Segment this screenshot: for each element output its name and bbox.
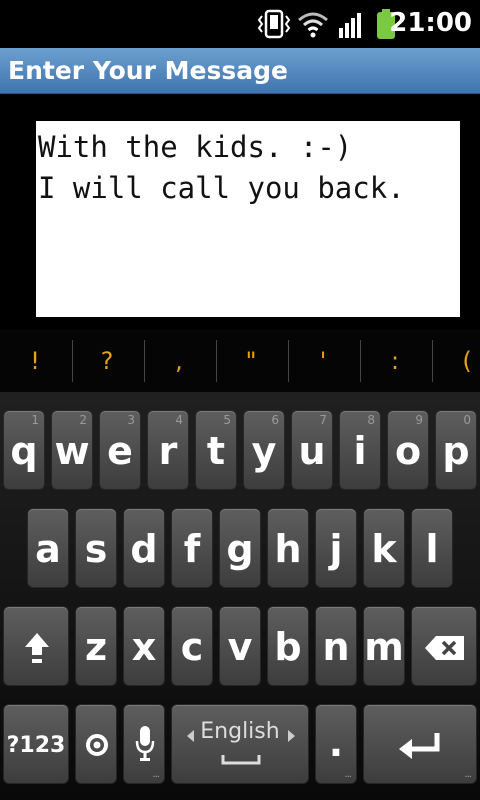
message-line-1: With the kids. :-) (38, 130, 353, 164)
signal-icon (339, 13, 361, 38)
suggestion-comma[interactable]: , (144, 338, 214, 384)
wifi-icon (298, 12, 328, 38)
shift-key[interactable] (3, 606, 69, 686)
settings-icon (86, 734, 108, 756)
key-s[interactable]: s (75, 508, 117, 588)
chevron-right-icon (288, 730, 295, 742)
key-b[interactable]: b (267, 606, 309, 686)
key-e[interactable]: 3e (99, 410, 141, 490)
key-c[interactable]: c (171, 606, 213, 686)
key-p[interactable]: 0p (435, 410, 477, 490)
key-y[interactable]: 6y (243, 410, 285, 490)
suggestion-paren[interactable]: ( (432, 338, 480, 384)
suggestion-question[interactable]: ? (72, 338, 142, 384)
key-z[interactable]: z (75, 606, 117, 686)
enter-key[interactable]: ... (363, 704, 477, 784)
key-l[interactable]: l (411, 508, 453, 588)
title-bar: Enter Your Message (0, 48, 480, 94)
key-j[interactable]: j (315, 508, 357, 588)
key-v[interactable]: v (219, 606, 261, 686)
space-key[interactable]: English (171, 704, 309, 784)
status-bar: 21:00 (0, 0, 480, 48)
key-d[interactable]: d (123, 508, 165, 588)
message-line-2: I will call you back. (38, 171, 405, 205)
key-o[interactable]: 9o (387, 410, 429, 490)
key-m[interactable]: m (363, 606, 405, 686)
suggestion-exclamation[interactable]: ! (0, 338, 70, 384)
key-h[interactable]: h (267, 508, 309, 588)
key-x[interactable]: x (123, 606, 165, 686)
key-k[interactable]: k (363, 508, 405, 588)
page-title: Enter Your Message (8, 56, 288, 85)
settings-key[interactable] (75, 704, 117, 784)
key-r[interactable]: 4r (147, 410, 189, 490)
key-g[interactable]: g (219, 508, 261, 588)
backspace-key[interactable] (411, 606, 477, 686)
key-t[interactable]: 5t (195, 410, 237, 490)
suggestion-single-quote[interactable]: ' (288, 338, 358, 384)
key-u[interactable]: 7u (291, 410, 333, 490)
status-time: 21:00 (389, 8, 472, 38)
microphone-icon (135, 726, 155, 761)
key-w[interactable]: 2w (51, 410, 93, 490)
key-f[interactable]: f (171, 508, 213, 588)
message-input[interactable]: With the kids. :-) I will call you back. (36, 121, 460, 317)
key-q[interactable]: 1q (3, 410, 45, 490)
suggestion-double-quote[interactable]: " (216, 338, 286, 384)
key-a[interactable]: a (27, 508, 69, 588)
backspace-icon (425, 636, 464, 660)
soft-keyboard: 1q 2w 3e 4r 5t 6y 7u 8i 9o 0p a s d f g … (0, 392, 480, 800)
suggestion-colon[interactable]: : (360, 338, 430, 384)
enter-arrow-icon (399, 733, 440, 759)
key-i[interactable]: 8i (339, 410, 381, 490)
key-n[interactable]: n (315, 606, 357, 686)
symbols-key[interactable]: ?123 (3, 704, 69, 784)
suggestion-strip: ! ? , " ' : ( (0, 330, 480, 392)
space-bar-icon (221, 755, 261, 765)
microphone-key[interactable]: ... (123, 704, 165, 784)
vibrate-icon (257, 9, 291, 39)
shift-arrow-icon (25, 633, 49, 663)
period-key[interactable]: . ... (315, 704, 357, 784)
